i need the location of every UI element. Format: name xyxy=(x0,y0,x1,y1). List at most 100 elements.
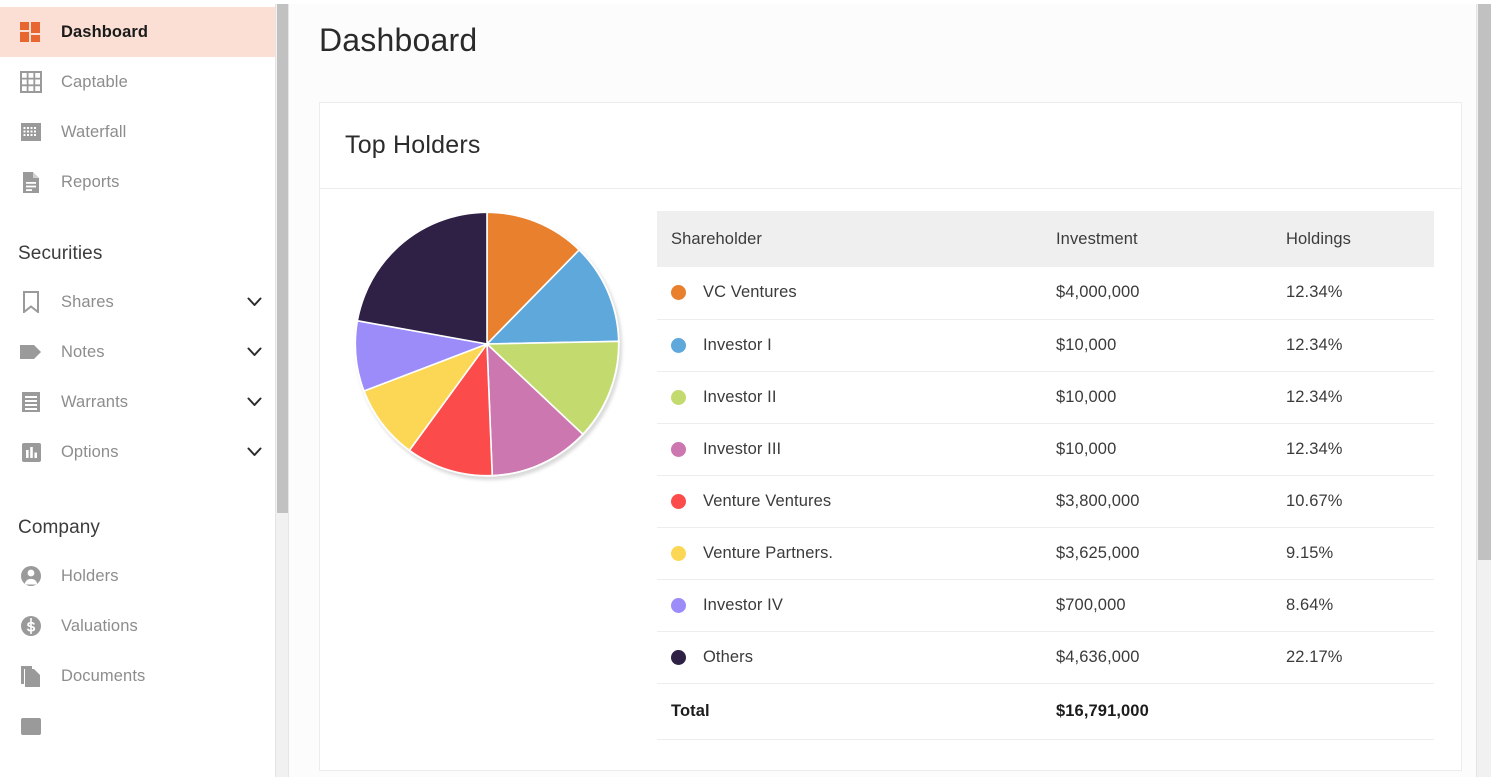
total-holdings xyxy=(1272,683,1434,740)
cell-investment: $700,000 xyxy=(1042,579,1272,632)
cell-shareholder: Investor IV xyxy=(657,579,1042,632)
cell-investment: $4,636,000 xyxy=(1042,631,1272,684)
cell-holdings: 12.34% xyxy=(1272,319,1434,372)
sidebar-item-options[interactable]: Options xyxy=(0,427,280,477)
pie-chart xyxy=(353,211,624,481)
cell-shareholder: Others xyxy=(657,631,1042,684)
sidebar-item-label: Waterfall xyxy=(61,122,127,141)
main-content: Dashboard Top Holders Shareholder Invest… xyxy=(289,0,1491,777)
shareholder-name: Others xyxy=(703,647,754,666)
cell-holdings: 8.64% xyxy=(1272,579,1434,632)
sidebar-item-warrants[interactable]: Warrants xyxy=(0,377,280,427)
sidebar-item-dashboard[interactable]: Dashboard xyxy=(0,7,280,57)
sidebar: Dashboard Captable Waterfall Reports Sec… xyxy=(0,0,289,777)
table-row[interactable]: Others $4,636,000 22.17% xyxy=(657,631,1434,684)
shareholder-name: Investor I xyxy=(703,335,772,354)
series-color-dot-icon xyxy=(671,337,686,353)
sidebar-item-label: Warrants xyxy=(61,392,129,411)
sidebar-section-securities-title: Securities xyxy=(18,243,103,264)
shareholder-cell: Venture Ventures xyxy=(671,492,1042,511)
total-investment: $16,791,000 xyxy=(1042,683,1272,740)
window-top-edge xyxy=(0,0,1491,4)
column-header-investment[interactable]: Investment xyxy=(1042,211,1272,267)
total-label: Total xyxy=(657,683,1042,740)
table-grid-icon xyxy=(18,69,44,95)
sidebar-item-label: Dashboard xyxy=(61,22,149,41)
table-row[interactable]: VC Ventures $4,000,000 12.34% xyxy=(657,267,1434,320)
holders-table: Shareholder Investment Holdings VC Ventu… xyxy=(657,211,1434,740)
sidebar-scrollbar-thumb[interactable] xyxy=(277,0,288,513)
series-color-dot-icon xyxy=(671,649,686,665)
table-row[interactable]: Investor I $10,000 12.34% xyxy=(657,319,1434,372)
sidebar-item-label: Valuations xyxy=(61,616,138,635)
pie-slice[interactable] xyxy=(355,211,488,345)
column-header-holdings[interactable]: Holdings xyxy=(1272,211,1434,267)
chevron-down-icon[interactable] xyxy=(246,444,262,460)
series-color-dot-icon xyxy=(671,285,686,301)
sidebar-item-captable[interactable]: Captable xyxy=(0,57,280,107)
shareholder-cell: Investor IV xyxy=(671,596,1042,615)
bar-chart-icon xyxy=(18,439,44,465)
series-color-dot-icon xyxy=(671,597,686,613)
shareholder-cell: Venture Partners. xyxy=(671,544,1042,563)
chevron-down-icon[interactable] xyxy=(246,294,262,310)
sidebar-item-label: Holders xyxy=(61,566,119,585)
person-circle-icon xyxy=(18,563,44,589)
pie-chart-slices[interactable] xyxy=(353,211,620,477)
sidebar-item-holders[interactable]: Holders xyxy=(0,551,280,601)
sidebar-item-label: Reports xyxy=(61,172,120,191)
sidebar-scroll-content: Dashboard Captable Waterfall Reports Sec… xyxy=(0,0,280,777)
sidebar-item-label: Captable xyxy=(61,72,128,91)
receipt-icon xyxy=(18,389,44,415)
shareholder-name: Investor IV xyxy=(703,595,783,614)
series-color-dot-icon xyxy=(671,545,686,561)
sidebar-item-label: Options xyxy=(61,442,119,461)
sidebar-item-shares[interactable]: Shares xyxy=(0,277,280,327)
bookmark-icon xyxy=(18,289,44,315)
table-row[interactable]: Venture Partners. $3,625,000 9.15% xyxy=(657,527,1434,580)
table-row[interactable]: Investor II $10,000 12.34% xyxy=(657,371,1434,424)
shareholder-cell: Investor II xyxy=(671,388,1042,407)
waterfall-icon xyxy=(18,119,44,145)
sidebar-item-reports[interactable]: Reports xyxy=(0,157,280,207)
main-scrollbar-track[interactable] xyxy=(1476,0,1491,777)
cell-investment: $10,000 xyxy=(1042,371,1272,424)
cell-shareholder: Investor II xyxy=(657,371,1042,424)
card-header: Top Holders xyxy=(320,103,1461,189)
shareholder-cell: Others xyxy=(671,648,1042,667)
holders-table-container: Shareholder Investment Holdings VC Ventu… xyxy=(657,211,1461,740)
table-total-row: Total $16,791,000 xyxy=(657,683,1434,740)
table-row[interactable]: Investor III $10,000 12.34% xyxy=(657,423,1434,476)
sidebar-item-waterfall[interactable]: Waterfall xyxy=(0,107,280,157)
cell-shareholder: Venture Ventures xyxy=(657,475,1042,528)
sidebar-item-partial-cutoff[interactable] xyxy=(0,701,280,751)
shareholder-cell: Investor I xyxy=(671,336,1042,355)
top-holders-card: Top Holders Shareholder Investment Holdi… xyxy=(319,102,1462,771)
table-body: VC Ventures $4,000,000 12.34% Investor I $10… xyxy=(657,267,1434,740)
chevron-down-icon[interactable] xyxy=(246,394,262,410)
document-report-icon xyxy=(18,169,44,195)
series-color-dot-icon xyxy=(671,493,686,509)
pie-chart-container xyxy=(320,211,657,481)
cell-holdings: 12.34% xyxy=(1272,267,1434,320)
cell-shareholder: Investor III xyxy=(657,423,1042,476)
column-header-shareholder[interactable]: Shareholder xyxy=(657,211,1042,267)
series-color-dot-icon xyxy=(671,441,686,457)
page-title: Dashboard xyxy=(319,22,478,58)
card-body: Shareholder Investment Holdings VC Ventu… xyxy=(320,189,1461,770)
main-scrollbar-thumb[interactable] xyxy=(1478,0,1491,560)
cell-holdings: 9.15% xyxy=(1272,527,1434,580)
table-row[interactable]: Investor IV $700,000 8.64% xyxy=(657,579,1434,632)
shareholder-name: VC Ventures xyxy=(703,283,797,302)
cell-investment: $10,000 xyxy=(1042,319,1272,372)
cell-holdings: 22.17% xyxy=(1272,631,1434,684)
shareholder-name: Venture Partners. xyxy=(703,543,834,562)
table-row[interactable]: Venture Ventures $3,800,000 10.67% xyxy=(657,475,1434,528)
cell-holdings: 12.34% xyxy=(1272,371,1434,424)
sidebar-item-notes[interactable]: Notes xyxy=(0,327,280,377)
sidebar-item-valuations[interactable]: S Valuations xyxy=(0,601,280,651)
chevron-down-icon[interactable] xyxy=(246,344,262,360)
dashboard-grid-icon xyxy=(18,19,44,45)
sidebar-item-documents[interactable]: Documents xyxy=(0,651,280,701)
sidebar-scrollbar-track[interactable] xyxy=(275,0,288,777)
